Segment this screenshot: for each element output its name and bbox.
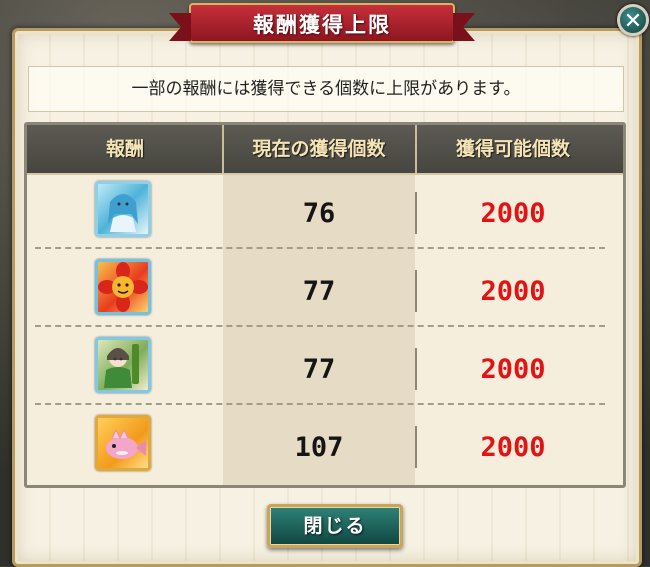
title-ribbon: 報酬獲得上限 <box>169 3 475 43</box>
close-button[interactable]: 閉じる <box>267 504 403 548</box>
current-count-value: 77 <box>302 276 336 307</box>
header-reward: 報酬 <box>105 138 144 160</box>
green-hooded-girl-card-icon <box>95 337 151 393</box>
reward-table: 報酬 現在の獲得個数 獲得可能個数 76 2000 77 2000 77 200… <box>24 122 626 488</box>
header-current-count: 現在の獲得個数 <box>252 138 386 160</box>
blue-haired-maiden-card-icon <box>95 181 151 237</box>
red-flower-creature-card-icon <box>95 259 151 315</box>
table-row: 76 2000 <box>27 175 623 252</box>
row-divider <box>35 247 605 249</box>
max-count-value: 2000 <box>480 198 546 229</box>
notice-text: 一部の報酬には獲得できる個数に上限があります。 <box>131 79 521 99</box>
notice-box: 一部の報酬には獲得できる個数に上限があります。 <box>28 66 624 112</box>
close-icon: ✕ <box>623 9 643 34</box>
header-max-count: 獲得可能個数 <box>455 138 570 160</box>
table-header: 報酬 現在の獲得個数 獲得可能個数 <box>27 125 623 175</box>
row-divider <box>35 403 605 405</box>
close-x-button[interactable]: ✕ <box>617 4 649 36</box>
max-count-value: 2000 <box>480 432 546 463</box>
max-count-value: 2000 <box>480 354 546 385</box>
row-divider <box>35 325 605 327</box>
close-button-label: 閉じる <box>303 515 367 537</box>
table-row: 107 2000 <box>27 409 623 486</box>
table-row: 77 2000 <box>27 253 623 330</box>
pink-fish-creature-card-icon <box>95 415 151 471</box>
current-count-value: 107 <box>294 432 344 463</box>
current-count-value: 77 <box>302 354 336 385</box>
dialog-title: 報酬獲得上限 <box>253 13 391 37</box>
max-count-value: 2000 <box>480 276 546 307</box>
table-row: 77 2000 <box>27 331 623 408</box>
current-count-value: 76 <box>302 198 336 229</box>
